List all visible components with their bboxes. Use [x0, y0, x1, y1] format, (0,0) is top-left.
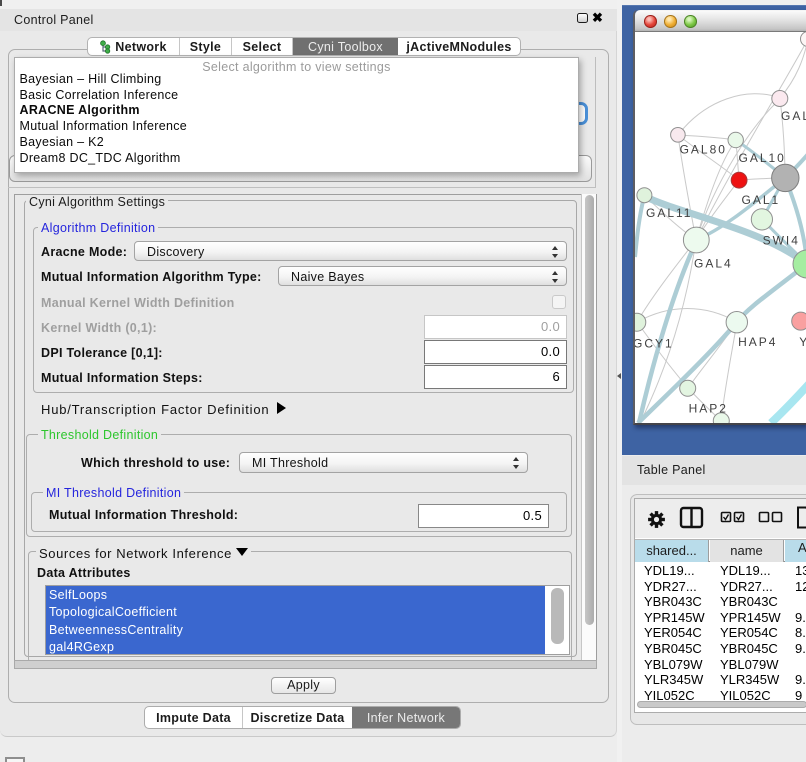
svg-text:GAL7: GAL7 — [781, 109, 806, 123]
svg-text:Y: Y — [799, 335, 806, 349]
svg-text:SWI4: SWI4 — [763, 234, 800, 248]
svg-text:HAP4: HAP4 — [738, 335, 777, 349]
svg-text:HAP2: HAP2 — [689, 402, 728, 416]
svg-text:GAL10: GAL10 — [739, 151, 786, 165]
svg-text:GAL11: GAL11 — [646, 206, 692, 220]
svg-text:GAL4: GAL4 — [694, 257, 733, 271]
svg-text:GCY1: GCY1 — [635, 337, 674, 351]
svg-text:GAL1: GAL1 — [742, 193, 781, 207]
svg-text:GAL80: GAL80 — [680, 143, 727, 157]
